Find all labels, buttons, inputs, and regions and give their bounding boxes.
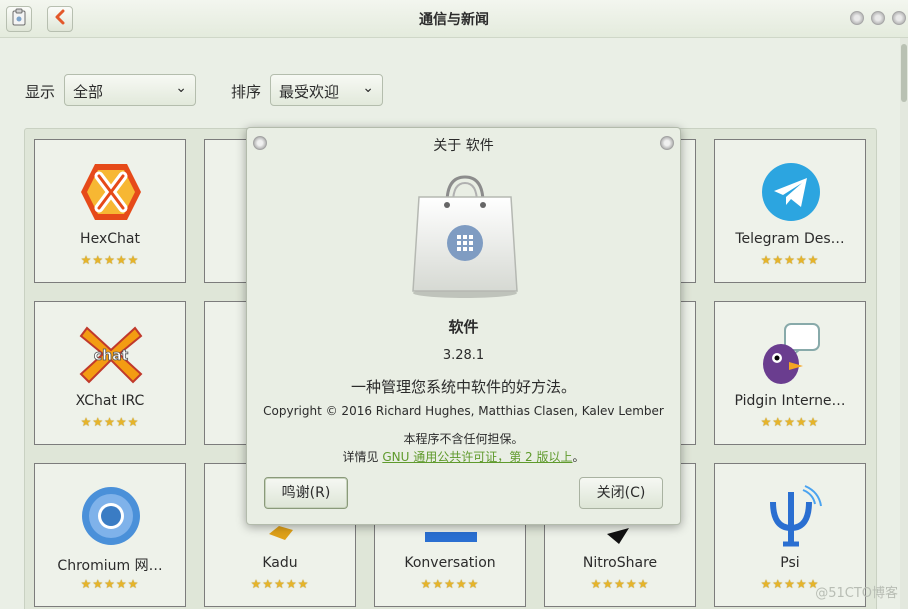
show-filter-value: 全部: [73, 83, 104, 101]
rating-stars: ★★★★★: [80, 577, 140, 591]
window-title: 通信与新闻: [419, 12, 489, 28]
app-name: NitroShare: [582, 555, 658, 571]
maximize-button[interactable]: [871, 11, 885, 25]
app-name-heading: 软件: [448, 318, 479, 336]
show-filter-select[interactable]: 全部 ⌄: [64, 74, 196, 106]
credits-button[interactable]: 鸣谢(R): [264, 477, 348, 509]
sort-value: 最受欢迎: [279, 83, 340, 101]
comment-text: 一种管理您系统中软件的好方法。: [350, 378, 576, 396]
app-tile-xchat[interactable]: chat XChat IRC ★★★★★: [34, 301, 186, 445]
license-link[interactable]: GNU 通用公共许可证，第 2 版以上: [382, 450, 572, 464]
app-name: Chromium 网…: [57, 558, 163, 574]
rating-stars: ★★★★★: [80, 415, 140, 429]
sort-select[interactable]: 最受欢迎 ⌄: [270, 74, 383, 106]
hexchat-icon: [79, 160, 143, 224]
telegram-icon: [759, 160, 823, 224]
show-label: 显示: [25, 83, 56, 101]
chevron-down-icon: ⌄: [175, 80, 187, 96]
app-tile-hexchat[interactable]: HexChat ★★★★★: [34, 139, 186, 283]
pidgin-icon: [759, 322, 823, 386]
license-prefix: 详情见: [342, 450, 383, 464]
rating-stars: ★★★★★: [250, 577, 310, 591]
close-window-button[interactable]: [892, 11, 906, 25]
scrollbar[interactable]: [900, 38, 908, 609]
watermark: @51CTO博客: [815, 586, 898, 601]
rating-stars: ★★★★★: [420, 577, 480, 591]
app-name: Konversation: [404, 555, 496, 571]
app-name: Psi: [780, 555, 800, 571]
close-button[interactable]: 关闭(C): [579, 477, 663, 509]
dialog-title: 关于 软件: [433, 138, 494, 154]
svg-text:chat: chat: [94, 348, 129, 364]
app-tile-chromium[interactable]: Chromium 网… ★★★★★: [34, 463, 186, 607]
app-name: HexChat: [80, 231, 140, 247]
license-line: 详情见 GNU 通用公共许可证，第 2 版以上。: [247, 448, 680, 465]
app-tile-telegram[interactable]: Telegram Des… ★★★★★: [714, 139, 866, 283]
license-suffix: 。: [572, 450, 585, 464]
version-text: 3.28.1: [442, 348, 485, 363]
chromium-icon: [79, 484, 143, 548]
app-name: XChat IRC: [75, 393, 145, 409]
sort-label: 排序: [231, 83, 262, 101]
app-name: Pidgin Interne…: [734, 393, 846, 409]
scrollbar-thumb[interactable]: [901, 44, 907, 102]
copyright-text: Copyright © 2016 Richard Hughes, Matthia…: [263, 404, 664, 418]
shopping-bag-icon: [407, 173, 523, 301]
rating-stars: ★★★★★: [590, 577, 650, 591]
rating-stars: ★★★★★: [760, 253, 820, 267]
app-name: Telegram Des…: [735, 231, 845, 247]
app-tile-pidgin[interactable]: Pidgin Interne… ★★★★★: [714, 301, 866, 445]
warranty-text: 本程序不含任何担保。: [403, 432, 524, 446]
psi-icon: [759, 484, 823, 548]
chevron-down-icon: ⌄: [362, 80, 374, 96]
xchat-icon: chat: [79, 322, 143, 386]
app-name: Kadu: [262, 555, 298, 571]
rating-stars: ★★★★★: [760, 415, 820, 429]
about-dialog: 关于 软件 软件 3.28.1 一种管理您系统中软件的好方法。 Copyrigh…: [246, 127, 681, 525]
minimize-button[interactable]: [850, 11, 864, 25]
rating-stars: ★★★★★: [80, 253, 140, 267]
title-bar: 通信与新闻: [0, 0, 908, 38]
